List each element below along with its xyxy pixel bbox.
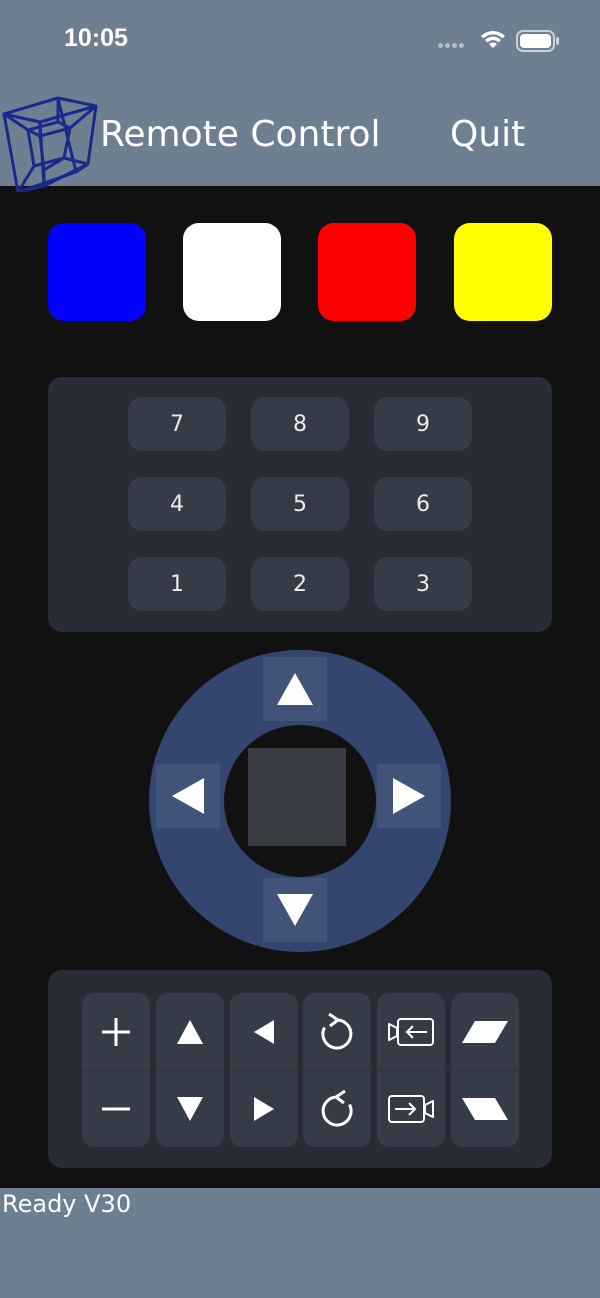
app-title: Remote Control — [100, 114, 381, 155]
numkey-8[interactable]: 8 — [251, 397, 349, 451]
minus-button[interactable] — [82, 1070, 150, 1147]
tesseract-cube-icon — [2, 96, 98, 192]
numkey-5[interactable]: 5 — [251, 477, 349, 531]
dpad-right-button[interactable] — [377, 764, 441, 828]
plus-icon — [102, 1017, 130, 1046]
numkey-9[interactable]: 9 — [374, 397, 472, 451]
skew-right-icon — [462, 1020, 508, 1043]
signal-dots-icon — [438, 43, 468, 49]
battery-icon — [516, 30, 559, 52]
status-footer: Ready V30 — [0, 1188, 600, 1298]
arrow-down-icon — [277, 894, 313, 926]
connection-status-text: Ready V30 — [2, 1190, 132, 1218]
plus-button[interactable] — [82, 993, 150, 1070]
color-button-blue[interactable] — [48, 223, 146, 321]
tilt-up-button[interactable] — [156, 993, 224, 1070]
pan-left-button[interactable] — [230, 993, 298, 1070]
dpad-center-button[interactable] — [248, 748, 346, 846]
color-button-white[interactable] — [183, 223, 281, 321]
arrow-up-icon — [277, 673, 313, 705]
rotate-ccw-button[interactable] — [303, 993, 371, 1070]
pan-column — [230, 993, 298, 1147]
triangle-down-icon — [177, 1097, 203, 1121]
color-button-red[interactable] — [318, 223, 416, 321]
pan-right-button[interactable] — [230, 1070, 298, 1147]
camera-column — [377, 993, 445, 1147]
rotate-column — [303, 993, 371, 1147]
triangle-right-icon — [254, 1097, 274, 1121]
camera-in-icon — [388, 1017, 434, 1046]
minus-icon — [102, 1107, 130, 1111]
skew-column — [451, 993, 519, 1147]
tilt-column — [156, 993, 224, 1147]
app-header: Remote Control Quit — [0, 84, 600, 192]
numkey-3[interactable]: 3 — [374, 557, 472, 611]
quit-button[interactable]: Quit — [450, 114, 525, 155]
dpad-up-button[interactable] — [263, 657, 327, 721]
triangle-left-icon — [254, 1019, 274, 1044]
numkey-1[interactable]: 1 — [128, 557, 226, 611]
skew-left-button[interactable] — [451, 1070, 519, 1147]
rotate-cw-icon — [321, 1089, 353, 1127]
dpad-down-button[interactable] — [263, 878, 327, 942]
status-bar: 10:05 — [0, 0, 600, 84]
camera-out-button[interactable] — [377, 1070, 445, 1147]
numkey-6[interactable]: 6 — [374, 477, 472, 531]
status-time: 10:05 — [64, 24, 128, 52]
skew-right-button[interactable] — [451, 993, 519, 1070]
camera-in-button[interactable] — [377, 993, 445, 1070]
arrow-right-icon — [393, 778, 425, 814]
numkey-4[interactable]: 4 — [128, 477, 226, 531]
skew-left-icon — [462, 1098, 508, 1120]
numkey-2[interactable]: 2 — [251, 557, 349, 611]
dpad-left-button[interactable] — [156, 764, 220, 828]
numkey-7[interactable]: 7 — [128, 397, 226, 451]
rotate-cw-button[interactable] — [303, 1070, 371, 1147]
arrow-left-icon — [172, 778, 204, 814]
zoom-column — [82, 993, 150, 1147]
camera-out-icon — [388, 1095, 434, 1123]
wifi-icon — [481, 31, 505, 48]
triangle-up-icon — [177, 1019, 203, 1044]
color-button-yellow[interactable] — [454, 223, 552, 321]
tilt-down-button[interactable] — [156, 1070, 224, 1147]
rotate-ccw-icon — [321, 1012, 353, 1049]
